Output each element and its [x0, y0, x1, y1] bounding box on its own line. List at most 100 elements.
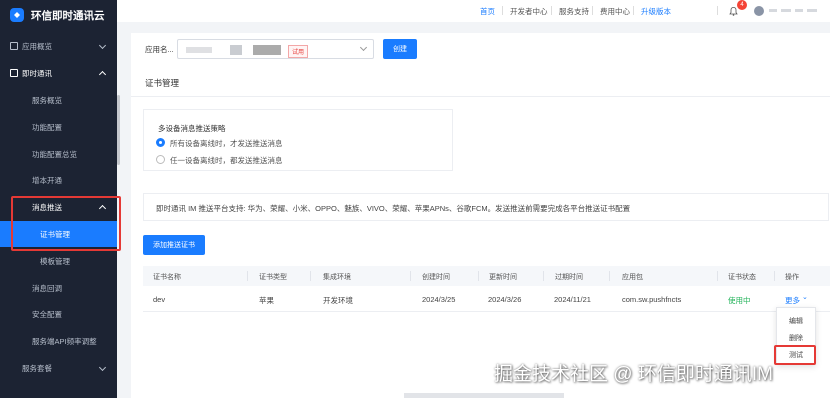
topnav-dev-center[interactable]: 开发者中心	[510, 6, 548, 17]
app-select-bar: 应用名... 试用 创建	[131, 33, 830, 67]
brand-header[interactable]: 环信即时通讯云	[0, 0, 117, 30]
divider	[717, 271, 718, 281]
cert-card: 证书管理 多设备消息推送策略 所有设备离线时，才发送推送消息 任一设备离线时，都…	[131, 67, 830, 398]
sidebar-item-feature-summary[interactable]: 功能配置总览	[0, 141, 117, 167]
blurred-app-name	[186, 47, 212, 53]
app-select-dropdown[interactable]: 试用	[177, 39, 374, 59]
divider	[609, 271, 610, 281]
radio-any-offline[interactable]	[156, 155, 165, 164]
column-header: 证书状态	[728, 274, 756, 281]
sidebar-item-label: 消息回调	[32, 283, 62, 293]
sidebar-item-feature-enable[interactable]: 增本开通	[0, 167, 117, 193]
add-push-cert-button[interactable]: 添加推送证书	[143, 235, 205, 255]
trial-badge: 试用	[288, 45, 309, 58]
column-header: 证书名称	[153, 274, 181, 281]
cell-updated: 2024/3/26	[488, 295, 522, 304]
sidebar-item-label: 服务概览	[32, 95, 62, 105]
policy-title: 多设备消息推送策略	[158, 124, 226, 133]
divider	[131, 96, 830, 97]
radio-label[interactable]: 所有设备离线时，才发送推送消息	[170, 138, 283, 149]
topnav-home[interactable]: 首页	[480, 6, 495, 17]
sidebar-item-overview[interactable]: 应用概览	[0, 33, 117, 59]
sidebar-item-label: 增本开通	[32, 175, 62, 185]
cell-package: com.sw.pushfncts	[622, 295, 682, 304]
sidebar-item-api-rate[interactable]: 服务端API频率调整	[0, 328, 117, 354]
app-overview-icon	[10, 42, 18, 50]
divider	[592, 6, 593, 15]
divider	[774, 271, 775, 281]
chevron-up-icon	[98, 70, 107, 79]
blurred-app-name	[230, 45, 242, 55]
column-header: 应用包	[622, 274, 643, 281]
sidebar-item-msg-callback[interactable]: 消息回调	[0, 275, 117, 301]
cell-name: dev	[153, 295, 166, 304]
divider	[143, 311, 830, 312]
watermark: 掘金技术社区 @ 环信即时通讯IM	[494, 364, 773, 385]
chevron-down-icon: ⌄	[802, 294, 808, 301]
sidebar-item-label: 应用概览	[22, 41, 52, 51]
sidebar-item-service-plan[interactable]: 服务套餐	[0, 355, 117, 381]
divider	[310, 271, 311, 281]
sidebar-item-service-overview[interactable]: 服务概览	[0, 87, 117, 113]
sidebar-item-label: 即时通讯	[22, 68, 52, 78]
chevron-down-icon	[359, 43, 368, 52]
avatar[interactable]	[754, 6, 764, 16]
highlight-box-test	[774, 345, 816, 365]
menu-item-delete[interactable]: 删除	[789, 333, 803, 343]
blurred-username	[781, 9, 791, 12]
top-bar: 首页 开发者中心 服务支持 费用中心 升级版本 4	[117, 0, 830, 22]
push-info-box: 即时通讯 IM 推送平台支持: 华为、荣耀、小米、OPPO、魅族、VIVO、荣耀…	[143, 193, 829, 221]
divider	[247, 271, 248, 281]
sidebar-scrollbar[interactable]	[117, 95, 120, 165]
radio-label[interactable]: 任一设备离线时，都发送推送消息	[170, 155, 283, 166]
topnav-support[interactable]: 服务支持	[559, 6, 589, 17]
chevron-down-icon	[98, 363, 107, 372]
divider	[410, 271, 411, 281]
divider	[543, 271, 544, 281]
push-info-text: 即时通讯 IM 推送平台支持: 华为、荣耀、小米、OPPO、魅族、VIVO、荣耀…	[156, 204, 631, 213]
brand-name: 环信即时通讯云	[31, 9, 105, 22]
sidebar-item-label: 服务套餐	[22, 363, 52, 373]
column-header: 创建时间	[422, 274, 450, 281]
divider	[502, 6, 503, 15]
column-header: 集成环境	[323, 274, 351, 281]
divider	[633, 6, 634, 15]
sidebar-item-label: 模板管理	[40, 256, 70, 266]
column-header: 证书类型	[259, 274, 287, 281]
column-header: 过期时间	[555, 274, 583, 281]
brand-logo-icon	[10, 8, 24, 22]
chat-icon	[10, 69, 18, 77]
blurred-app-name	[253, 45, 281, 55]
page-title: 证书管理	[145, 78, 180, 88]
radio-all-offline[interactable]	[156, 138, 165, 147]
sidebar-item-template-mgmt[interactable]: 模板管理	[0, 248, 117, 274]
blurred-username	[795, 9, 803, 12]
blurred-username	[807, 9, 817, 12]
topnav-billing[interactable]: 费用中心	[600, 6, 630, 17]
sidebar-item-feature-config[interactable]: 功能配置	[0, 114, 117, 140]
topnav-upgrade[interactable]: 升级版本	[641, 6, 671, 17]
status-badge: 使用中	[728, 296, 751, 305]
sidebar-item-security[interactable]: 安全配置	[0, 301, 117, 327]
cell-env: 开发环境	[323, 296, 353, 305]
highlight-box-sidebar	[11, 196, 121, 251]
table-header: 证书名称 证书类型 集成环境 创建时间 更新时间 过期时间 应用包 证书状态 操…	[143, 266, 830, 286]
footer-text-blurred	[404, 393, 564, 398]
sidebar-item-label: 安全配置	[32, 309, 62, 319]
cell-expires: 2024/11/21	[554, 295, 591, 304]
app-select-label: 应用名...	[145, 45, 174, 54]
push-policy-panel: 多设备消息推送策略 所有设备离线时，才发送推送消息 任一设备离线时，都发送推送消…	[143, 109, 453, 171]
divider	[551, 6, 552, 15]
sidebar-item-label: 服务端API频率调整	[32, 336, 97, 346]
more-actions-link[interactable]: 更多	[785, 295, 800, 306]
sidebar-item-label: 功能配置	[32, 122, 62, 132]
sidebar-item-label: 功能配置总览	[32, 149, 77, 159]
menu-item-edit[interactable]: 编辑	[789, 316, 803, 326]
chevron-down-icon	[98, 41, 107, 50]
blurred-username	[769, 9, 777, 12]
sidebar-item-im[interactable]: 即时通讯	[0, 60, 117, 86]
cell-created: 2024/3/25	[422, 295, 456, 304]
bell-icon[interactable]	[729, 6, 738, 16]
create-button[interactable]: 创建	[383, 39, 417, 59]
column-header: 更新时间	[489, 274, 517, 281]
